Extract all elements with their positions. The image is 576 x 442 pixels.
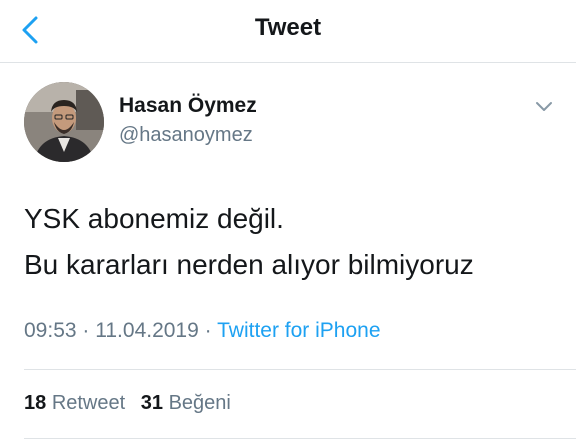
like-count: 31	[140, 392, 163, 414]
page-title: Tweet	[254, 14, 322, 41]
profile-photo	[24, 82, 104, 162]
tweet-text: YSK abonemiz değil. Bu kararları nerden …	[24, 196, 554, 288]
meta-separator: ·	[204, 319, 212, 342]
tweet-time: 09:53	[24, 319, 77, 342]
author-handle[interactable]: @hasanoymez	[119, 124, 253, 147]
tweet-date: 11.04.2019	[95, 319, 199, 342]
tweet-stats: 18 Retweet 31 Beğeni	[24, 392, 241, 415]
likes-stat[interactable]: 31 Beğeni	[141, 392, 231, 415]
divider	[24, 369, 576, 370]
retweets-stat[interactable]: 18 Retweet	[24, 392, 125, 415]
tweet-line: Bu kararları nerden alıyor bilmiyoruz	[24, 249, 474, 280]
tweet-line: YSK abonemiz değil.	[24, 203, 284, 234]
avatar[interactable]	[24, 82, 104, 162]
retweet-label: Retweet	[51, 392, 126, 414]
chevron-down-icon	[536, 102, 552, 111]
divider	[24, 438, 576, 439]
tweet-options-button[interactable]	[532, 96, 556, 116]
nav-header: Tweet	[0, 0, 576, 63]
retweet-count: 18	[24, 392, 47, 414]
author-name[interactable]: Hasan Öymez	[119, 94, 257, 118]
tweet-detail-screen: Tweet Hasan Öymez @hasanoymez YSK abonem…	[0, 0, 576, 442]
tweet-source-link[interactable]: Twitter for iPhone	[217, 319, 380, 342]
tweet-meta: 09:53 · 11.04.2019 · Twitter for iPhone	[24, 319, 381, 343]
like-label: Beğeni	[168, 392, 231, 414]
meta-separator: ·	[82, 319, 90, 342]
